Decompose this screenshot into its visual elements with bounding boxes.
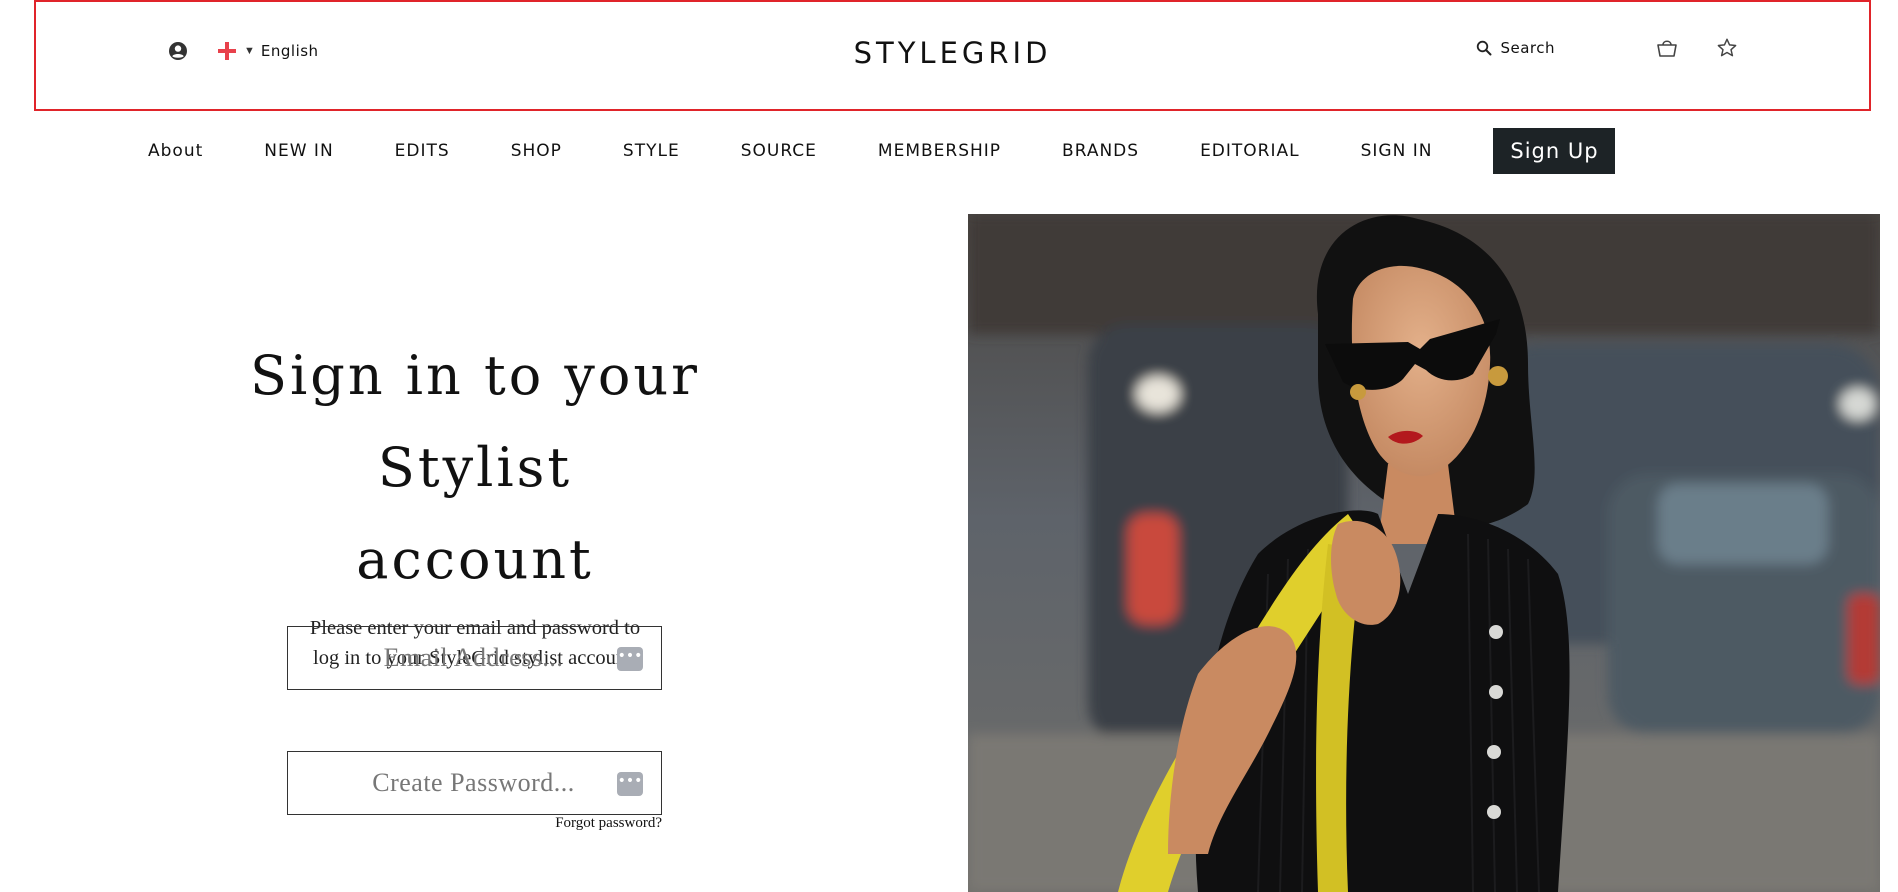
- nav-item-membership[interactable]: MEMBERSHIP: [878, 141, 1001, 161]
- password-field[interactable]: [288, 752, 621, 814]
- nav-item-about[interactable]: About: [148, 141, 203, 161]
- forgot-password-link[interactable]: Forgot password?: [287, 815, 662, 832]
- page-title-line-1: Sign in to your: [250, 344, 700, 407]
- password-field-wrapper: •••: [287, 751, 662, 815]
- password-manager-icon[interactable]: •••: [617, 772, 643, 796]
- page-title: Sign in to your Stylist account: [250, 330, 700, 606]
- signin-panel: Sign in to your Stylist account Please e…: [250, 330, 700, 673]
- nav-item-shop[interactable]: SHOP: [511, 141, 562, 161]
- nav-item-style[interactable]: STYLE: [623, 141, 680, 161]
- nav-item-new-in[interactable]: NEW IN: [264, 141, 333, 161]
- password-manager-icon[interactable]: •••: [617, 647, 643, 671]
- email-field-wrapper: •••: [287, 626, 662, 690]
- search-label: Search: [1500, 39, 1555, 57]
- nav-item-source[interactable]: SOURCE: [741, 141, 817, 161]
- email-field[interactable]: [288, 627, 621, 689]
- nav-item-brands[interactable]: BRANDS: [1062, 141, 1139, 161]
- nav-item-editorial[interactable]: EDITORIAL: [1200, 141, 1300, 161]
- top-header: ▼ English STYLEGRID Search: [34, 0, 1871, 111]
- main-nav: About NEW IN EDITS SHOP STYLE SOURCE MEM…: [148, 128, 1616, 174]
- nav-item-sign-in[interactable]: SIGN IN: [1361, 141, 1433, 161]
- basket-icon[interactable]: [1655, 36, 1679, 60]
- hero-photo: [968, 214, 1880, 892]
- search-icon: [1476, 40, 1492, 56]
- nav-item-edits[interactable]: EDITS: [395, 141, 450, 161]
- header-right-group: Search: [1476, 36, 1739, 60]
- star-icon[interactable]: [1715, 36, 1739, 60]
- page-title-line-2: Stylist account: [356, 436, 594, 591]
- signup-button[interactable]: Sign Up: [1493, 128, 1616, 174]
- search-input[interactable]: Search: [1476, 39, 1555, 57]
